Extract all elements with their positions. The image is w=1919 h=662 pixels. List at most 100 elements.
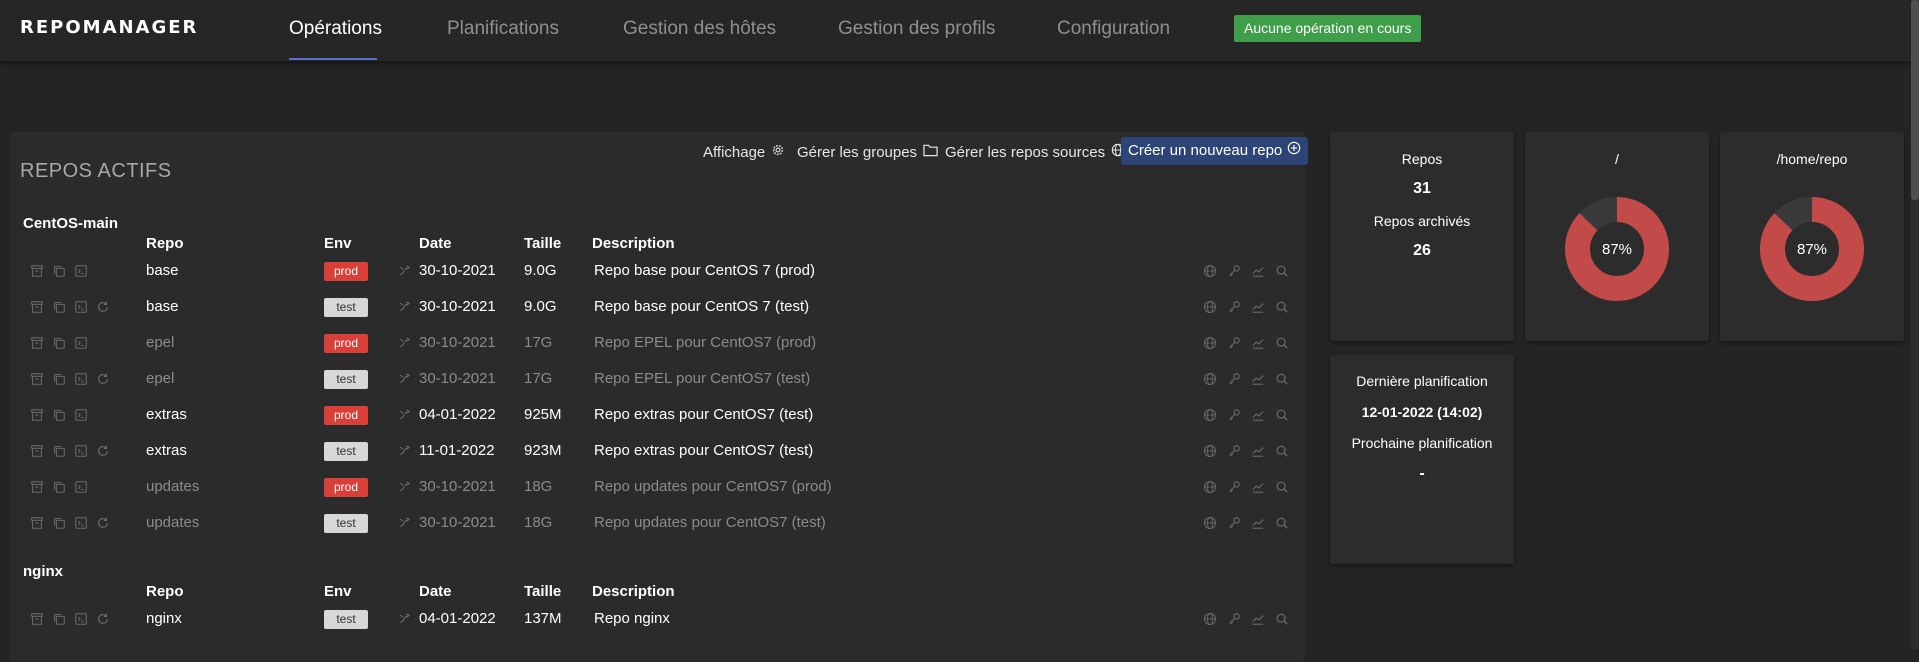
repo-name[interactable]: nginx: [146, 610, 182, 627]
archive-icon[interactable]: [30, 516, 45, 531]
manage-groups-label: Gérer les groupes: [797, 143, 918, 161]
search-icon[interactable]: [1275, 612, 1289, 626]
chart-icon[interactable]: [1251, 612, 1265, 626]
last-planning-label: Dernière planification: [1356, 373, 1488, 389]
terminal-icon[interactable]: [74, 300, 89, 315]
repo-name[interactable]: updates: [146, 478, 199, 495]
restore-icon[interactable]: [96, 516, 111, 531]
globe-icon[interactable]: [1203, 336, 1217, 350]
key-icon[interactable]: [1227, 300, 1241, 314]
archive-icon[interactable]: [30, 444, 45, 459]
key-icon[interactable]: [1227, 372, 1241, 386]
terminal-icon[interactable]: [74, 264, 89, 279]
terminal-icon[interactable]: [74, 480, 89, 495]
duplicate-icon[interactable]: [52, 408, 67, 423]
restore-icon[interactable]: [96, 300, 111, 315]
duplicate-icon[interactable]: [52, 336, 67, 351]
terminal-icon[interactable]: [74, 336, 89, 351]
terminal-icon[interactable]: [74, 516, 89, 531]
archive-icon[interactable]: [30, 336, 45, 351]
repo-name[interactable]: updates: [146, 514, 199, 531]
operation-status-badge[interactable]: Aucune opération en cours: [1234, 15, 1422, 42]
branch-icon: [397, 516, 411, 530]
duplicate-icon[interactable]: [52, 372, 67, 387]
duplicate-icon[interactable]: [52, 264, 67, 279]
nav-configuration[interactable]: Configuration: [1057, 18, 1170, 40]
search-icon[interactable]: [1275, 516, 1289, 530]
repo-name[interactable]: epel: [146, 334, 174, 351]
globe-icon[interactable]: [1203, 516, 1217, 530]
repo-name[interactable]: base: [146, 262, 179, 279]
scrollbar-thumb[interactable]: [1911, 0, 1919, 200]
next-planning-value: -: [1419, 465, 1425, 482]
chart-icon[interactable]: [1251, 300, 1265, 314]
search-icon[interactable]: [1275, 264, 1289, 278]
nav-operations[interactable]: Opérations: [289, 18, 382, 40]
chart-icon[interactable]: [1251, 444, 1265, 458]
repo-name[interactable]: extras: [146, 442, 187, 459]
duplicate-icon[interactable]: [52, 300, 67, 315]
archive-icon[interactable]: [30, 480, 45, 495]
duplicate-icon[interactable]: [52, 480, 67, 495]
page-scrollbar[interactable]: [1911, 0, 1919, 649]
globe-icon[interactable]: [1203, 612, 1217, 626]
search-icon[interactable]: [1275, 300, 1289, 314]
chart-icon[interactable]: [1251, 336, 1265, 350]
duplicate-icon[interactable]: [52, 612, 67, 627]
archive-icon[interactable]: [30, 264, 45, 279]
repo-name[interactable]: base: [146, 298, 179, 315]
duplicate-icon[interactable]: [52, 444, 67, 459]
terminal-icon[interactable]: [74, 408, 89, 423]
chart-icon[interactable]: [1251, 372, 1265, 386]
search-icon[interactable]: [1275, 480, 1289, 494]
nav-planifications[interactable]: Planifications: [447, 18, 559, 40]
brand-logo[interactable]: REPOMANAGER: [20, 17, 198, 38]
chart-icon[interactable]: [1251, 480, 1265, 494]
search-icon[interactable]: [1275, 408, 1289, 422]
manage-sources-button[interactable]: Gérer les repos sources: [945, 143, 1125, 161]
archive-icon[interactable]: [30, 408, 45, 423]
restore-icon[interactable]: [96, 444, 111, 459]
globe-icon[interactable]: [1203, 408, 1217, 422]
restore-icon[interactable]: [96, 372, 111, 387]
globe-icon[interactable]: [1203, 372, 1217, 386]
chart-icon[interactable]: [1251, 408, 1265, 422]
key-icon[interactable]: [1227, 516, 1241, 530]
search-icon[interactable]: [1275, 372, 1289, 386]
env-badge: prod: [324, 478, 368, 497]
display-button[interactable]: Affichage: [703, 143, 785, 161]
globe-icon[interactable]: [1203, 444, 1217, 458]
col-header-size: Taille: [524, 235, 562, 252]
search-icon[interactable]: [1275, 336, 1289, 350]
repo-date: 11-01-2022: [419, 442, 495, 459]
key-icon[interactable]: [1227, 612, 1241, 626]
key-icon[interactable]: [1227, 264, 1241, 278]
terminal-icon[interactable]: [74, 612, 89, 627]
search-icon[interactable]: [1275, 444, 1289, 458]
key-icon[interactable]: [1227, 444, 1241, 458]
chart-icon[interactable]: [1251, 264, 1265, 278]
archive-icon[interactable]: [30, 612, 45, 627]
repo-name[interactable]: epel: [146, 370, 174, 387]
globe-icon[interactable]: [1203, 480, 1217, 494]
restore-icon[interactable]: [96, 612, 111, 627]
terminal-icon[interactable]: [74, 372, 89, 387]
archive-icon[interactable]: [30, 372, 45, 387]
nav-profiles[interactable]: Gestion des profils: [838, 18, 995, 40]
globe-icon[interactable]: [1203, 264, 1217, 278]
duplicate-icon[interactable]: [52, 516, 67, 531]
table-row: base test 30-10-2021 9.0G Repo base pour Cen…: [0, 293, 1300, 323]
nav-hosts[interactable]: Gestion des hôtes: [623, 18, 776, 40]
key-icon[interactable]: [1227, 336, 1241, 350]
repo-size: 18G: [524, 514, 553, 531]
repo-name[interactable]: extras: [146, 406, 187, 423]
manage-groups-button[interactable]: Gérer les groupes: [797, 143, 938, 161]
key-icon[interactable]: [1227, 408, 1241, 422]
create-repo-button[interactable]: Créer un nouveau repo: [1121, 137, 1309, 165]
key-icon[interactable]: [1227, 480, 1241, 494]
env-badge: test: [324, 514, 368, 533]
terminal-icon[interactable]: [74, 444, 89, 459]
chart-icon[interactable]: [1251, 516, 1265, 530]
archive-icon[interactable]: [30, 300, 45, 315]
globe-icon[interactable]: [1203, 300, 1217, 314]
